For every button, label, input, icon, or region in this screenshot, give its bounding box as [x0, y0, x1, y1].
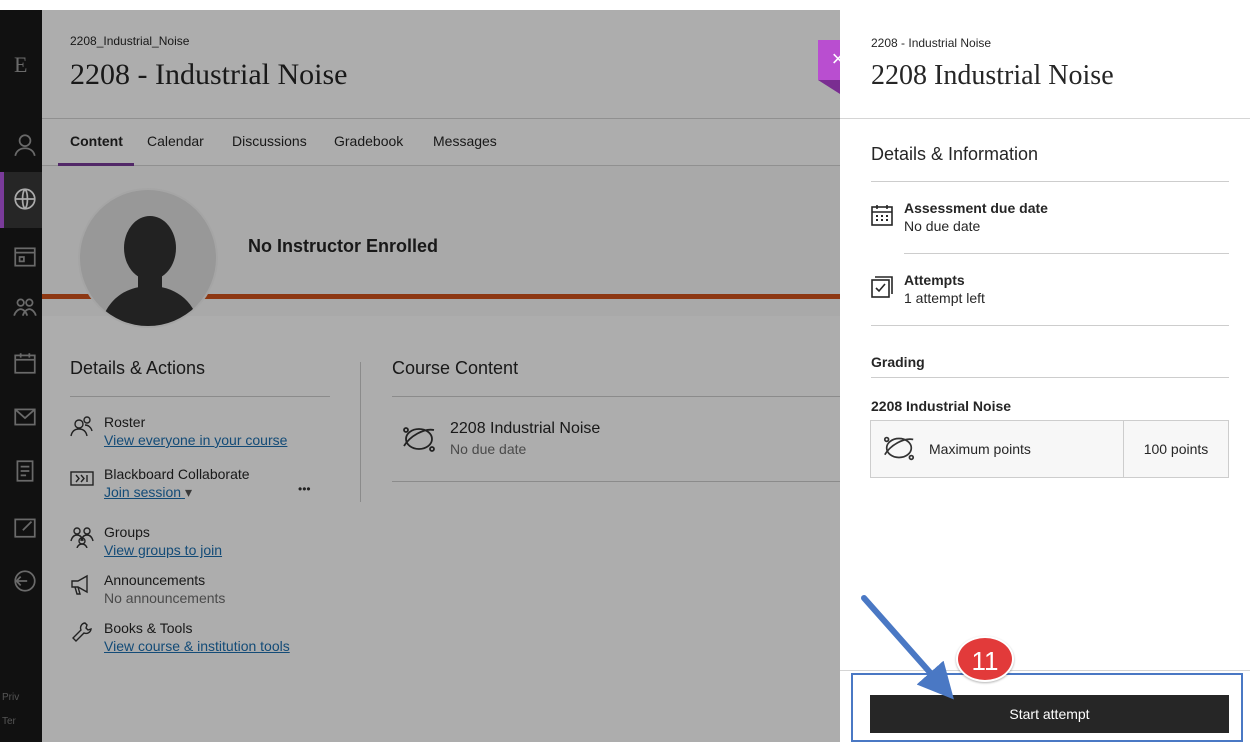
sign-out-icon[interactable]: [12, 568, 38, 594]
grading-heading: Grading: [871, 354, 925, 370]
courses-icon[interactable]: [12, 244, 38, 270]
divider: [904, 253, 1229, 254]
profile-icon[interactable]: [12, 132, 38, 158]
modal-overlay[interactable]: [42, 10, 840, 742]
messages-nav-icon[interactable]: [12, 404, 38, 430]
attempts-label: Attempts: [904, 272, 965, 288]
max-points-value: 100 points: [1143, 441, 1209, 457]
privacy-link[interactable]: Priv: [2, 692, 19, 703]
top-frame: [0, 0, 1250, 10]
checkbox-icon: [871, 276, 893, 298]
divider: [840, 118, 1250, 119]
attempts-value: 1 attempt left: [904, 290, 985, 306]
globe-icon[interactable]: [12, 186, 38, 212]
due-date-label: Assessment due date: [904, 200, 1048, 216]
divider: [871, 377, 1229, 378]
divider: [871, 181, 1229, 182]
organizations-icon[interactable]: [12, 294, 38, 320]
grading-item-name: 2208 Industrial Noise: [871, 398, 1012, 414]
test-icon: [881, 431, 917, 465]
details-information-heading: Details & Information: [871, 144, 1039, 164]
nav-rail: E Priv Ter: [0, 0, 42, 742]
tools-nav-icon[interactable]: [12, 514, 38, 540]
calendar-nav-icon[interactable]: [12, 350, 38, 376]
step-number-badge: 11: [956, 636, 1014, 682]
grades-nav-icon[interactable]: [12, 458, 38, 484]
grading-table: Maximum points 100 points: [870, 420, 1229, 478]
close-tab-fold: [818, 80, 840, 94]
pointer-arrow-icon: [861, 595, 954, 700]
divider: [871, 325, 1229, 326]
panel-title: 2208 Industrial Noise: [871, 60, 1114, 91]
max-points-label: Maximum points: [929, 441, 1031, 457]
brand-letter: E: [14, 52, 28, 77]
panel-breadcrumb: 2208 - Industrial Noise: [871, 36, 992, 50]
calendar-icon: [871, 204, 893, 226]
terms-link[interactable]: Ter: [2, 716, 16, 727]
due-date-value: No due date: [904, 218, 981, 234]
